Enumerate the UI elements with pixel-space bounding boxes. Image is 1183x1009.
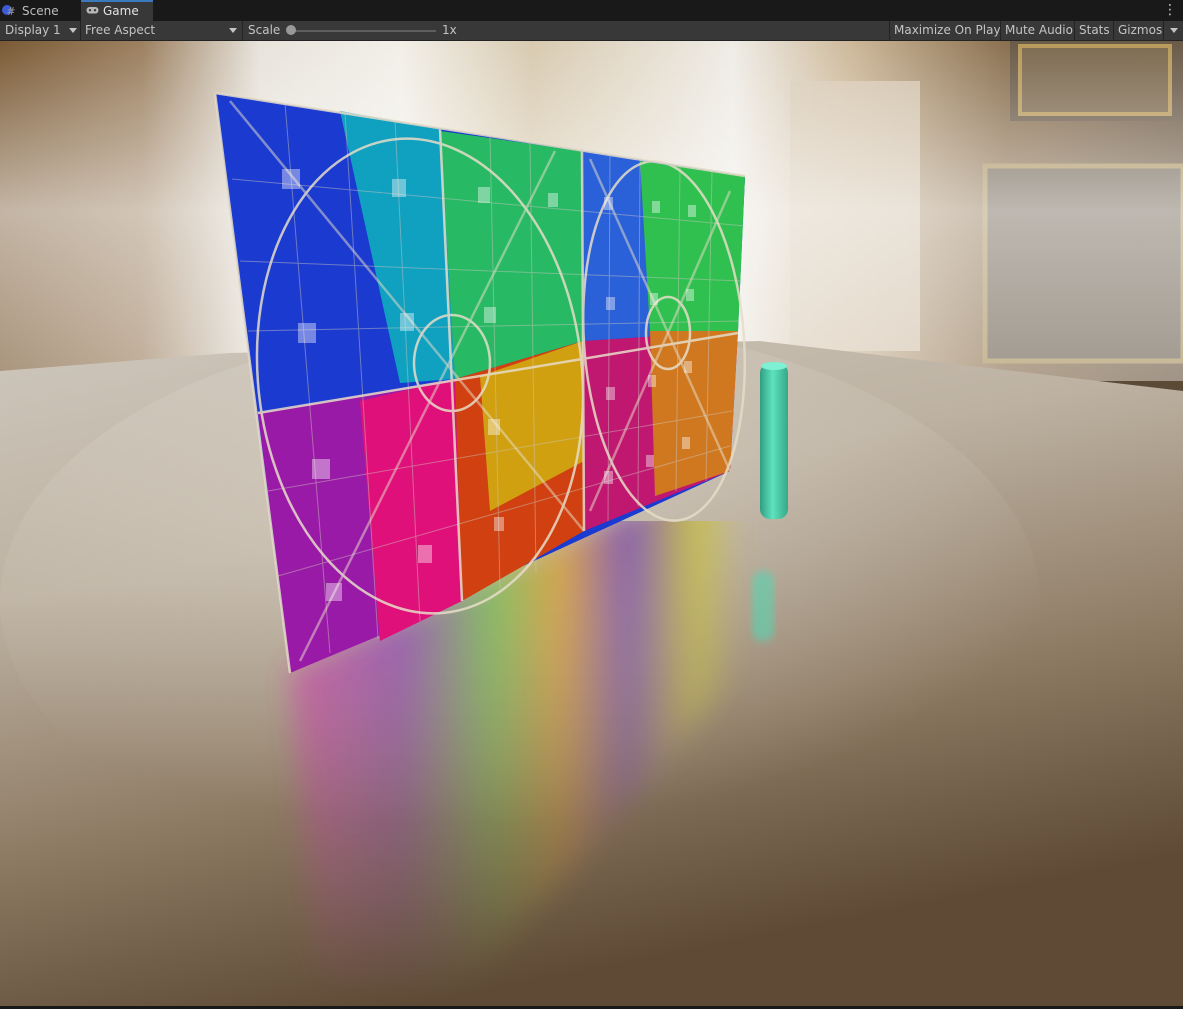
gizmos-dropdown[interactable] (1163, 21, 1183, 40)
maximize-on-play-toggle[interactable]: Maximize On Play (889, 21, 1001, 40)
chevron-down-icon (69, 28, 77, 33)
kebab-menu-icon[interactable]: ⋮ (1163, 1, 1177, 19)
game-viewport[interactable] (0, 41, 1183, 1006)
scale-value: 1x (442, 23, 457, 37)
tab-game-label: Game (103, 4, 139, 18)
chevron-down-icon (229, 28, 237, 33)
grid-icon: # (6, 5, 16, 18)
scale-slider-handle[interactable] (286, 25, 296, 35)
gizmos-toggle[interactable]: Gizmos (1113, 21, 1163, 40)
window-tab-bar: # Scene Game ⋮ (0, 0, 1183, 22)
tab-game[interactable]: Game (81, 0, 153, 21)
scale-slider-track[interactable] (292, 30, 436, 32)
rendered-scene (0, 41, 1183, 1006)
gamepad-icon (85, 3, 99, 21)
chevron-down-icon (1170, 28, 1178, 33)
display-dropdown[interactable]: Display 1 (5, 21, 79, 40)
mute-audio-label: Mute Audio (1005, 23, 1073, 37)
tab-scene-label: Scene (22, 4, 59, 18)
scale-label: Scale (248, 23, 281, 37)
maximize-on-play-label: Maximize On Play (894, 23, 1001, 37)
toolbar-divider (80, 21, 81, 40)
toolbar-divider (242, 21, 243, 40)
stats-toggle[interactable]: Stats (1074, 21, 1113, 40)
tab-scene[interactable]: # Scene (0, 0, 80, 21)
aspect-dropdown-label: Free Aspect (85, 23, 156, 37)
display-dropdown-label: Display 1 (5, 23, 61, 37)
game-view-toolbar: Display 1 Free Aspect Scale 1x Maximize … (0, 21, 1183, 41)
mute-audio-toggle[interactable]: Mute Audio (1000, 21, 1074, 40)
stats-label: Stats (1079, 23, 1110, 37)
gizmos-label: Gizmos (1118, 23, 1163, 37)
aspect-dropdown[interactable]: Free Aspect (85, 21, 241, 40)
